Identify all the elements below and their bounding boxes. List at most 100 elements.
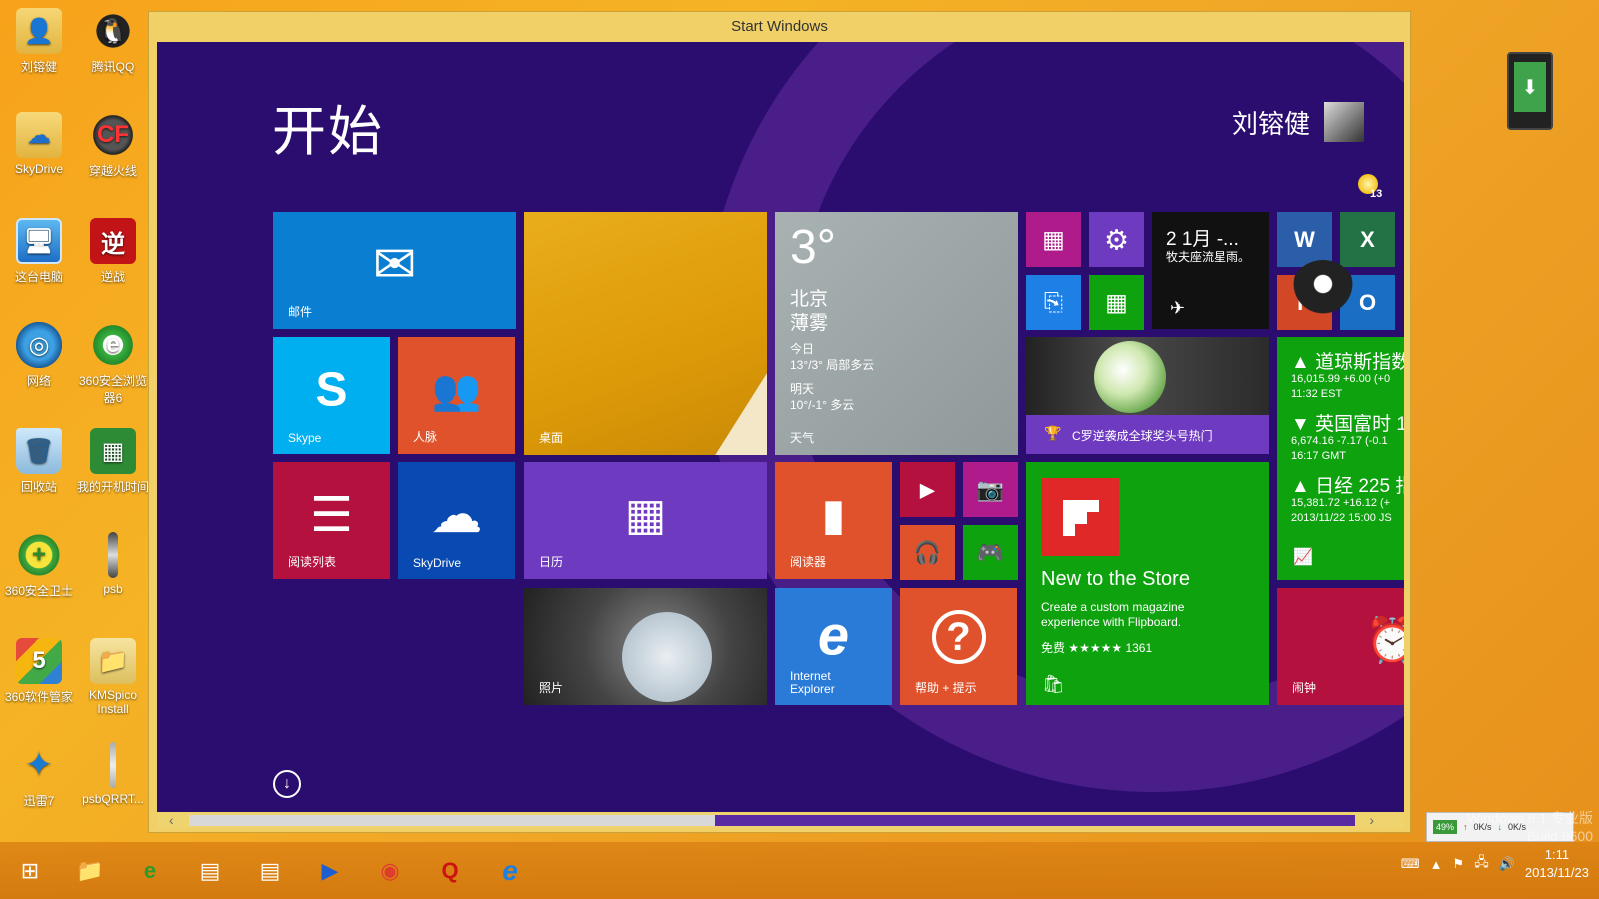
desktop-icon-network[interactable]: ◎ 网络 (0, 322, 78, 389)
start-button[interactable]: ⊞ (0, 846, 60, 896)
cpu-percent: 49% (1433, 820, 1458, 834)
clock[interactable]: 1:11 2013/11/23 (1525, 846, 1589, 882)
qq-penguin-icon: 🐧 (90, 8, 136, 54)
astronomy-event: 牧夫座流星雨。 (1166, 250, 1251, 264)
tile-finance[interactable]: ▲ 道琼斯指数 16,015.99 +6.00 (+0 11:32 EST ▼ … (1277, 337, 1404, 580)
os-watermark: Windows 8.1 专业版 Build 9600 (1467, 808, 1593, 844)
desktop-icon-this-pc[interactable]: 🖥 这台电脑 (0, 218, 78, 285)
360-browser-icon: e (143, 857, 157, 883)
mail-icon: ✉ (372, 235, 417, 294)
desktop-icon-boot-time[interactable]: ▦ 我的开机时间 (74, 428, 152, 495)
scroll-left-arrow-icon[interactable]: ‹ (169, 812, 174, 828)
desktop-icon-360-guard[interactable]: + 360安全卫士 (0, 532, 78, 599)
tile-help[interactable]: ? 帮助 + 提示 (900, 588, 1017, 705)
taskbar-media-player[interactable]: ▶ (300, 846, 360, 896)
tile-skydrive[interactable]: ☁ SkyDrive (398, 462, 515, 579)
tile-reader[interactable]: ▮ 阅读器 (775, 462, 892, 579)
flag-icon[interactable]: ⚑ (1453, 856, 1465, 872)
horizontal-scrollbar[interactable]: ‹ › (157, 812, 1404, 828)
people-icon: 👥 (431, 368, 482, 413)
skydrive-icon: ☁ (16, 112, 62, 158)
sports-caption: C罗逆袭成全球奖头号热门 (1072, 429, 1213, 443)
tile-people[interactable]: 👥 人脉 (398, 337, 515, 454)
desktop-icon-psbqrrt[interactable]: psbQRRT... (74, 742, 152, 806)
tile-excel[interactable]: X (1340, 212, 1395, 267)
photo-object (622, 612, 712, 702)
tile-calendar[interactable]: ▦ 日历 (524, 462, 767, 579)
network-tray-icon[interactable]: 🖧 (1474, 853, 1489, 875)
tile-video[interactable]: ▶ (900, 462, 955, 517)
soccer-ball-icon (1094, 341, 1166, 413)
tile-weather[interactable]: 3° 北京 薄雾 今日 13°/3° 局部多云 明天 10°/-1° 多云 天气 (775, 212, 1018, 455)
user-account[interactable]: 刘镕健 (1232, 102, 1364, 142)
tile-label: 日历 (539, 555, 564, 569)
tile-desktop[interactable]: 桌面 (524, 212, 767, 455)
scroll-thumb[interactable] (189, 815, 715, 826)
desktop-icon-skydrive[interactable]: ☁ SkyDrive (0, 112, 78, 176)
tile-mail[interactable]: ✉ 邮件 (273, 212, 516, 329)
taskbar-app-2[interactable]: ▤ (240, 846, 300, 896)
tile-camera[interactable]: 📷 (963, 462, 1018, 517)
tile-store[interactable]: New to the Store Create a custom magazin… (1026, 462, 1269, 705)
tile-photos[interactable]: 照片 (524, 588, 767, 705)
taskbar-app-1[interactable]: ▤ (180, 846, 240, 896)
desktop-icon-label: 迅雷7 (23, 794, 55, 808)
avatar (1324, 102, 1364, 142)
tile-calculator[interactable]: ▦ (1089, 275, 1144, 330)
weather-condition: 薄雾 (790, 313, 829, 334)
desktop-icon-recycle-bin[interactable]: 🗑 回收站 (0, 428, 78, 495)
weather-tomorrow: 10°/-1° 多云 (790, 398, 855, 412)
flipboard-icon (1041, 478, 1119, 556)
keyboard-icon[interactable]: ⌨ (1401, 856, 1420, 872)
tile-label: 阅读列表 (288, 555, 337, 569)
desktop-icon-label: 逆战 (100, 270, 125, 284)
document-icon: ▤ (259, 857, 281, 883)
phone-widget[interactable]: ⬇ (1507, 52, 1553, 130)
tile-office[interactable]: ▦ (1026, 212, 1081, 267)
folder-icon: 📁 (90, 638, 136, 684)
tile-scanner[interactable]: ⎘ (1026, 275, 1081, 330)
tile-internet-explorer[interactable]: e Internet Explorer (775, 588, 892, 705)
desktop-icon-360-browser[interactable]: e 360安全浏览器6 (74, 322, 152, 406)
taskbar-file-explorer[interactable]: 📁 (60, 846, 120, 896)
tile-skype[interactable]: S Skype (273, 337, 390, 454)
store-title: New to the Store (1041, 568, 1190, 590)
tile-label: SkyDrive (413, 556, 462, 570)
taskbar-internet-explorer[interactable]: e (480, 846, 540, 896)
tile-music[interactable]: 🎧 (900, 525, 955, 580)
finance-index-name: ▲ 道琼斯指数 (1291, 352, 1404, 373)
all-apps-arrow-icon[interactable]: ↓ (273, 770, 301, 798)
volume-icon[interactable]: 🔊 (1499, 856, 1515, 872)
desktop-icon-qq[interactable]: 🐧 腾讯QQ (74, 8, 152, 75)
tile-games[interactable]: 🎮 (963, 525, 1018, 580)
network-icon: ◎ (16, 322, 62, 368)
ie-icon: e (817, 603, 850, 667)
desktop-icon-label: psb (103, 582, 123, 596)
desktop-icon-label: 穿越火线 (88, 164, 137, 178)
scroll-right-arrow-icon[interactable]: › (1369, 812, 1374, 828)
tile-alarm[interactable]: ⏰ 闹钟 (1277, 588, 1404, 705)
taskbar-360-browser[interactable]: e (120, 846, 180, 896)
tile-word[interactable]: W (1277, 212, 1332, 267)
weather-temperature: 3° (790, 221, 836, 274)
tile-astronomy[interactable]: 2 1月 -... 牧夫座流星雨。 ✈ (1152, 212, 1269, 329)
taskbar-chrome[interactable]: ◉ (360, 846, 420, 896)
desktop-icon-kmspico[interactable]: 📁 KMSpico Install (74, 638, 152, 716)
desktop-icon-thunder[interactable]: ✦ 迅雷7 (0, 742, 78, 809)
desktop-icon-label: 360软件管家 (4, 690, 74, 704)
notification-bulb[interactable]: 13 (1358, 174, 1384, 204)
tile-sports[interactable]: 🏆 C罗逆袭成全球奖头号热门 (1026, 337, 1269, 454)
desktop-icon-nizhan[interactable]: 逆 逆战 (74, 218, 152, 285)
tile-reading-list[interactable]: ☰ 阅读列表 (273, 462, 390, 579)
desktop-icon-360-manager[interactable]: 5 360软件管家 (0, 638, 78, 705)
desktop-icon-crossfire[interactable]: CF 穿越火线 (74, 112, 152, 179)
desktop-icon-user-folder[interactable]: 👤 刘镕健 (0, 8, 78, 75)
desktop-icon-psb[interactable]: psb (74, 532, 152, 596)
start-title: 开始 (272, 102, 384, 162)
qq-pet-icon[interactable] (1291, 260, 1355, 320)
folder-icon: 📁 (76, 857, 104, 883)
taskbar-qq[interactable]: Q (420, 846, 480, 896)
scroll-track[interactable] (715, 815, 1355, 826)
tray-expand-icon[interactable]: ▲ (1430, 857, 1443, 872)
tile-settings[interactable]: ⚙ (1089, 212, 1144, 267)
